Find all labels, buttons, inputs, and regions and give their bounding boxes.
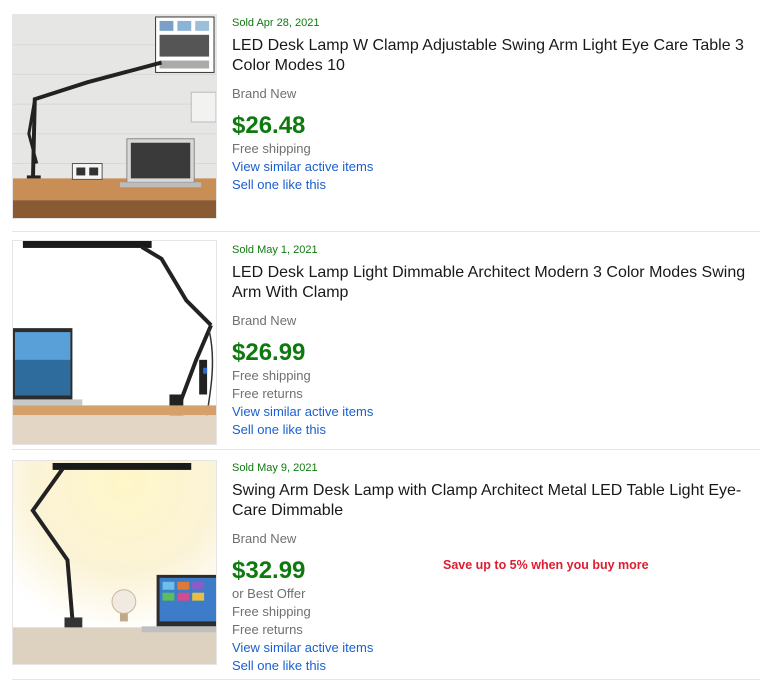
shipping-text: Free shipping	[232, 141, 311, 156]
sold-price: $26.99	[232, 339, 306, 366]
desk-lamp-image	[13, 461, 216, 664]
listing-title[interactable]: LED Desk Lamp Light Dimmable Architect M…	[232, 263, 752, 303]
returns-text: Free returns	[232, 386, 303, 401]
listing-info: Sold May 1, 2021 LED Desk Lamp Light Dim…	[232, 243, 752, 439]
desk-lamp-image	[13, 15, 216, 218]
listing-item: Sold May 1, 2021 LED Desk Lamp Light Dim…	[0, 232, 768, 450]
sold-date: Sold May 9, 2021	[232, 462, 318, 474]
best-offer-text: or Best Offer	[232, 586, 306, 601]
shipping-text: Free shipping	[232, 368, 311, 383]
listing-thumbnail[interactable]	[12, 14, 217, 219]
view-similar-link[interactable]: View similar active items	[232, 403, 752, 421]
view-similar-link[interactable]: View similar active items	[232, 158, 752, 176]
sold-date: Sold May 1, 2021	[232, 244, 318, 256]
listing-item: Sold Apr 28, 2021 LED Desk Lamp W Clamp …	[0, 0, 768, 232]
listing-title[interactable]: Swing Arm Desk Lamp with Clamp Architect…	[232, 481, 752, 521]
condition: Brand New	[232, 313, 297, 328]
view-similar-link[interactable]: View similar active items	[232, 639, 752, 657]
listing-item: Sold May 9, 2021 Swing Arm Desk Lamp wit…	[0, 450, 768, 680]
listing-info: Sold Apr 28, 2021 LED Desk Lamp W Clamp …	[232, 16, 752, 194]
shipping-text: Free shipping	[232, 604, 311, 619]
sell-one-link[interactable]: Sell one like this	[232, 176, 752, 194]
desk-lamp-image	[13, 241, 216, 444]
multi-buy-promo: Save up to 5% when you buy more	[443, 558, 649, 572]
condition: Brand New	[232, 531, 297, 546]
condition: Brand New	[232, 86, 297, 101]
listing-thumbnail[interactable]	[12, 240, 217, 445]
sold-price: $26.48	[232, 112, 306, 139]
returns-text: Free returns	[232, 622, 303, 637]
sell-one-link[interactable]: Sell one like this	[232, 657, 752, 675]
listing-thumbnail[interactable]	[12, 460, 217, 665]
listing-title[interactable]: LED Desk Lamp W Clamp Adjustable Swing A…	[232, 36, 752, 76]
sold-date: Sold Apr 28, 2021	[232, 17, 320, 29]
sell-one-link[interactable]: Sell one like this	[232, 421, 752, 439]
